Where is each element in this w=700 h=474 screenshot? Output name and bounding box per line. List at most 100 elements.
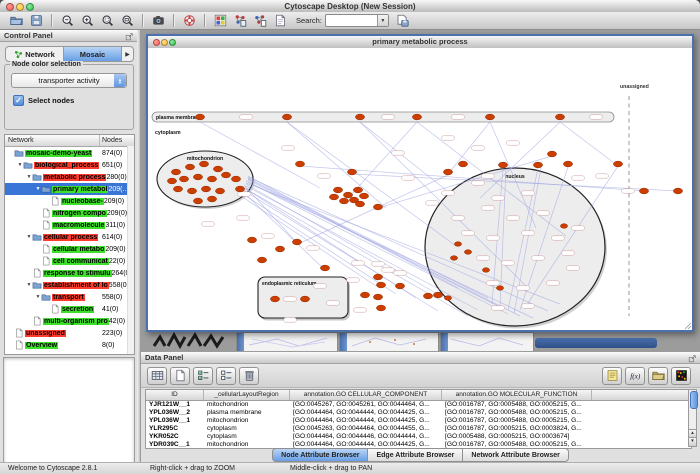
search-dropdown-arrow-icon[interactable]: ▼ [377,15,388,26]
network-node[interactable] [282,114,291,120]
network-node[interactable] [270,296,279,302]
column-header-id[interactable]: ID [146,390,204,400]
column-header-1[interactable]: _cellularLayoutRegion [204,390,290,400]
network-node[interactable] [295,161,304,167]
attribute-matrix-button[interactable] [671,367,691,385]
mosaic-panel-button[interactable] [211,13,229,28]
resize-grip-icon[interactable] [684,322,692,330]
network-node[interactable] [376,305,385,311]
table-row[interactable]: YLR295Ccytoplasm[GO:0045263, GO:0044464,… [146,425,691,433]
network-node[interactable] [207,196,216,202]
tree-row-establishment-of-lo[interactable]: ▼establishment of lo558(0) [5,279,134,291]
search-combobox[interactable]: ▼ [325,14,389,27]
attribute-checklist-button[interactable] [193,367,213,385]
zoom-in-button[interactable] [78,13,96,28]
float-panel-icon[interactable] [125,32,134,41]
tree-row-overview[interactable]: Overview8(0) [5,339,134,351]
network-node[interactable] [613,161,622,167]
network-node[interactable] [355,114,364,120]
tree-col-network[interactable]: Network [5,135,100,146]
network-node[interactable] [300,296,309,302]
network-node[interactable] [195,114,204,120]
save-attributes-button[interactable] [394,13,412,28]
network-node[interactable] [343,192,352,198]
network-node[interactable] [560,224,567,229]
network-node[interactable] [213,166,222,172]
network-node[interactable] [485,114,494,120]
import-attributes-button[interactable] [648,367,668,385]
network-node[interactable] [247,237,256,243]
snapshot-button[interactable] [149,13,167,28]
float-panel-icon[interactable] [688,354,697,363]
tabs-overflow-arrow-icon[interactable]: ▶ [121,47,133,61]
network-node[interactable] [454,242,461,247]
select-neighbors-button[interactable] [231,13,249,28]
node-color-dropdown[interactable]: transporter activity ▲▼ [11,73,127,88]
network-node[interactable] [173,186,182,192]
network-node[interactable] [221,172,230,178]
table-row[interactable]: YKR052Ccytoplasm[GO:0044464, GO:0044446,… [146,433,691,441]
column-header-2[interactable]: annotation.GO CELLULAR_COMPONENT [290,390,442,400]
network-node[interactable] [433,292,442,298]
network-node[interactable] [563,161,572,167]
control-panel-header[interactable]: Control Panel [0,30,137,42]
network-node[interactable] [179,176,188,182]
network-node[interactable] [450,256,457,261]
network-node[interactable] [185,164,194,170]
network-node[interactable] [292,239,301,245]
tab-node-attribute-browser[interactable]: Node Attribute Browser [272,448,368,462]
network-node[interactable] [359,193,368,199]
tree-row-nitrogen-compo[interactable]: nitrogen compo209(0) [5,207,134,219]
network-node[interactable] [395,283,404,289]
network-node[interactable] [423,293,432,299]
tree-row-response-to-stimulu[interactable]: response to stimulu264(0) [5,267,134,279]
network-node[interactable] [215,188,224,194]
network-node[interactable] [444,296,451,301]
tree-row-unassigned[interactable]: unassigned223(0) [5,327,134,339]
network-node[interactable] [333,187,342,193]
network-node[interactable] [464,250,471,255]
network-node[interactable] [193,198,202,204]
network-node[interactable] [275,246,284,252]
network-node[interactable] [257,257,266,263]
network-node[interactable] [360,292,369,298]
network-node[interactable] [496,286,503,291]
background-window[interactable] [339,332,439,351]
network-node[interactable] [458,161,467,167]
network-overlay-button[interactable] [251,13,269,28]
tree-row-metabolic-process[interactable]: ▼metabolic process280(0) [5,171,134,183]
tree-row-multi-organism-pro[interactable]: multi-organism pro42(0) [5,315,134,327]
network-node[interactable] [547,151,556,157]
network-node[interactable] [373,294,382,300]
table-scrollbar[interactable]: ▲ ▼ [688,389,697,447]
tree-row-biological-process[interactable]: ▼biological_process651(0) [5,159,134,171]
network-node[interactable] [373,204,382,210]
column-header-3[interactable]: annotation.GO MOLECULAR_FUNCTION [442,390,592,400]
network-node[interactable] [193,174,202,180]
network-node[interactable] [199,161,208,167]
function-builder-button[interactable]: f(x) [625,367,645,385]
network-node[interactable] [235,186,244,192]
search-input[interactable] [326,15,377,26]
table-row[interactable]: YPL036W__1mitochondrion[GO:0044464, GO:0… [146,417,691,425]
tree-row-transport[interactable]: ▼transport558(0) [5,291,134,303]
attribute-list-button[interactable] [216,367,236,385]
tab-edge-attribute-browser[interactable]: Edge Attribute Browser [368,448,463,462]
tab-mosaic[interactable]: Mosaic [63,47,121,61]
network-node[interactable] [373,274,382,280]
help-button[interactable] [180,13,198,28]
network-node[interactable] [533,162,542,168]
column-select-button[interactable] [147,367,167,385]
tab-network-attribute-browser[interactable]: Network Attribute Browser [463,448,568,462]
network-node[interactable] [320,265,329,271]
tree-row-primary-metabol[interactable]: ▼primary metabol209(... [5,183,134,195]
network-node[interactable] [167,178,176,184]
network-tree-header[interactable]: Network Nodes [5,135,134,147]
tab-network[interactable]: Network [6,47,63,61]
network-canvas[interactable]: plasma membranecytoplasmmitochondrionnuc… [148,48,692,330]
scrollbar-thumb[interactable] [690,391,698,409]
annotation-button[interactable] [271,13,289,28]
tree-row-cellular-metabo[interactable]: cellular metabo209(0) [5,243,134,255]
network-node[interactable] [201,186,210,192]
network-node[interactable] [555,114,564,120]
